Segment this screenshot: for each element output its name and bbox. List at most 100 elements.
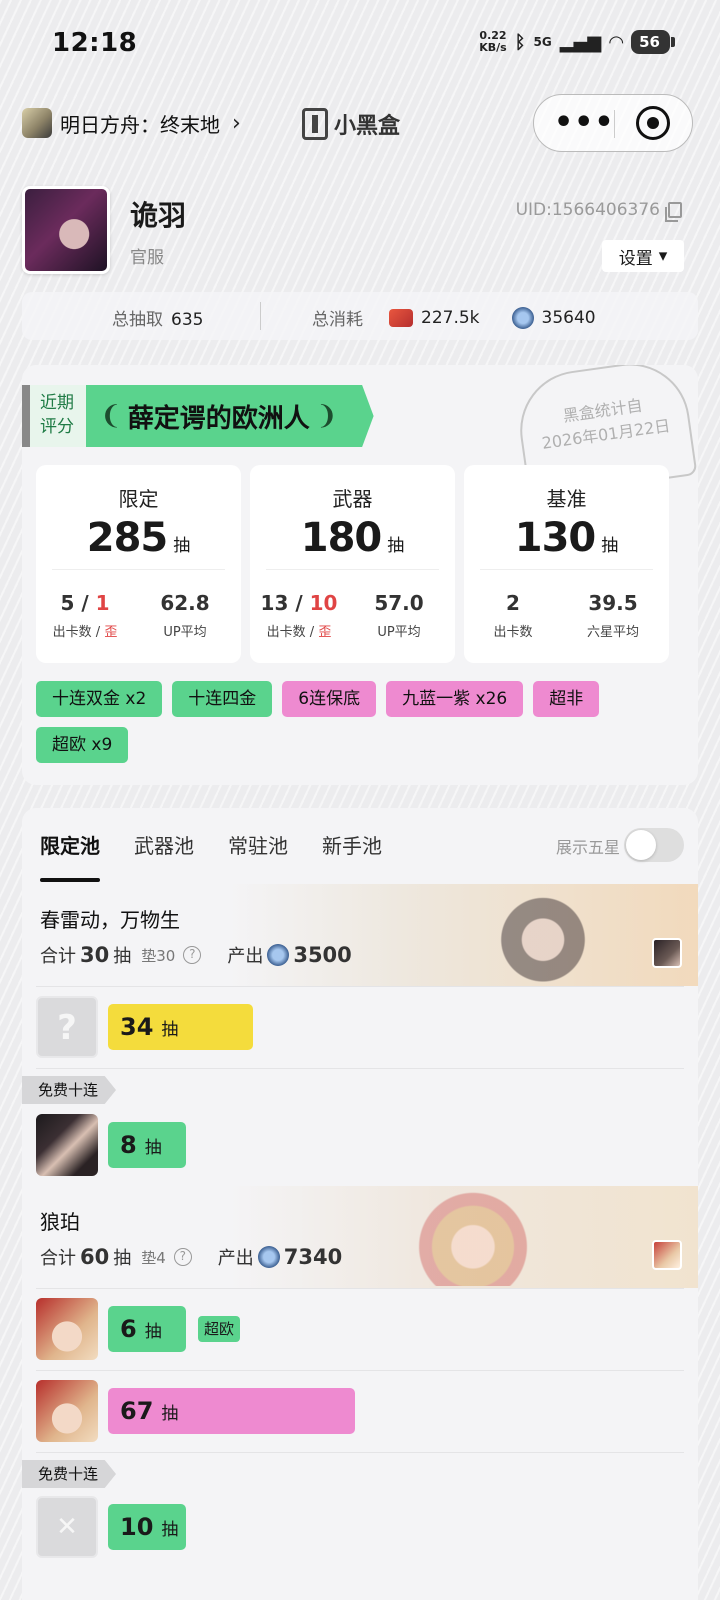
cards-value: 2 bbox=[506, 591, 520, 615]
pull-bar: 8 抽 bbox=[108, 1122, 186, 1168]
off-banner-value: 10 bbox=[309, 591, 338, 615]
uid[interactable]: UID:1566406376 bbox=[515, 200, 682, 222]
banner-title: 春雷动，万物生 bbox=[40, 908, 180, 932]
stat-divider bbox=[52, 569, 225, 570]
stat-count-value: 130 bbox=[514, 515, 596, 561]
status-time: 12:18 bbox=[52, 28, 138, 58]
cards-label: 出卡数 bbox=[52, 625, 92, 640]
divider bbox=[36, 1288, 684, 1289]
banner-header[interactable]: 狼珀 合计 60 抽 垫4 ? 产出 7340 bbox=[22, 1186, 698, 1288]
stat-divider bbox=[480, 569, 653, 570]
total-spend: 总消耗 227.5k 35640 bbox=[312, 305, 596, 330]
help-icon[interactable]: ? bbox=[183, 946, 202, 964]
pull-bar: 67 抽 bbox=[108, 1388, 355, 1434]
tab-weapon-pool[interactable]: 武器池 bbox=[134, 830, 194, 859]
divider bbox=[36, 1452, 684, 1453]
pull-unit: 抽 bbox=[161, 1019, 179, 1040]
signal-icon: ▂▄▆ bbox=[559, 31, 602, 53]
stat-count-value: 285 bbox=[86, 515, 168, 561]
settings-label: 设置 bbox=[618, 248, 653, 269]
pool-tabs: 限定池 武器池 常驻池 新手池 bbox=[40, 830, 382, 882]
pull-bar: 10 抽 bbox=[108, 1504, 186, 1550]
summary-card: 黑盒统计自 2026年01月22日 近期 评分 ❨ 薛定谔的欧洲人 ❩ 限定 2… bbox=[22, 365, 698, 785]
show-five-star-toggle[interactable] bbox=[624, 828, 684, 862]
banner-title: 狼珀 bbox=[40, 1210, 80, 1234]
network-type: 5G bbox=[533, 35, 552, 49]
net-speed-unit: KB/s bbox=[479, 41, 507, 54]
avg-value: 62.8 bbox=[160, 591, 210, 615]
avg-label: 六星平均 bbox=[586, 625, 639, 640]
banner-art bbox=[228, 884, 698, 986]
pull-count: 10 bbox=[120, 1513, 154, 1541]
pull-count: 8 bbox=[120, 1131, 137, 1159]
stat-title: 限定 bbox=[118, 487, 159, 511]
help-icon[interactable]: ? bbox=[173, 1248, 192, 1266]
caret-down-icon: ▾ bbox=[658, 246, 668, 266]
stat-count: 285 抽 bbox=[36, 515, 241, 561]
wifi-icon: ◠ bbox=[609, 31, 624, 53]
cards-label: 出卡数 bbox=[266, 625, 306, 640]
miniapp-capsule: ••• bbox=[533, 94, 693, 152]
pull-unit: 抽 bbox=[161, 1519, 179, 1540]
rating-label: 近期 评分 bbox=[22, 385, 86, 447]
close-miniapp-icon[interactable] bbox=[636, 106, 670, 140]
laurel-right-icon: ❩ bbox=[315, 401, 338, 431]
rating-label-line1: 近期 bbox=[40, 393, 74, 413]
orb-value: 35640 bbox=[541, 307, 596, 328]
operator-avatar bbox=[36, 1298, 98, 1360]
pull-count: 6 bbox=[120, 1315, 137, 1343]
laurel-left-icon: ❨ bbox=[100, 401, 122, 431]
more-icon[interactable]: ••• bbox=[554, 105, 615, 140]
output-value: 3500 bbox=[293, 943, 352, 967]
game-icon bbox=[22, 108, 52, 138]
total-unit: 抽 bbox=[113, 1248, 132, 1269]
divider bbox=[36, 1068, 684, 1069]
divider bbox=[36, 986, 684, 987]
stat-count-unit: 抽 bbox=[387, 536, 405, 556]
stat-col-avg: 39.5 六星平均 bbox=[568, 591, 658, 640]
chevron-right-icon: › bbox=[232, 110, 241, 136]
avg-label: UP平均 bbox=[377, 625, 421, 640]
game-switcher[interactable]: 明日方舟：终末地 › bbox=[22, 108, 241, 138]
stat-count-value: 180 bbox=[300, 515, 382, 561]
output-label: 产出 bbox=[217, 1248, 254, 1269]
total-label: 合计 bbox=[40, 1248, 76, 1269]
stat-col-cards: 13 / 10 出卡数 / 歪 bbox=[254, 591, 344, 640]
banner-meta: 合计 30 抽 垫30 ? 产出 3500 bbox=[40, 942, 352, 968]
tab-limited-pool[interactable]: 限定池 bbox=[40, 830, 100, 882]
stat-count-unit: 抽 bbox=[601, 536, 619, 556]
total-pulls: 总抽取 635 bbox=[112, 305, 203, 330]
pull-unit: 抽 bbox=[161, 1403, 179, 1424]
rating-title-text: 薛定谔的欧洲人 bbox=[127, 403, 310, 434]
avg-label: UP平均 bbox=[163, 625, 207, 640]
total-pulls-label: 总抽取 bbox=[112, 310, 163, 330]
net-speed: 0.22 KB/s bbox=[479, 30, 506, 54]
pull-bar: 6 抽 bbox=[108, 1306, 186, 1352]
avatar[interactable] bbox=[22, 186, 110, 274]
stat-divider bbox=[266, 569, 439, 570]
off-banner-label: 歪 bbox=[104, 625, 118, 640]
unknown-operator-icon bbox=[36, 996, 98, 1058]
stat-box-limited[interactable]: 限定 285 抽 5 / 1 出卡数 / 歪 62.8 UP平均 bbox=[36, 465, 241, 663]
pull-count: 67 bbox=[120, 1397, 154, 1425]
pull-row: 67 抽 bbox=[36, 1380, 355, 1442]
rating-banner: 近期 评分 ❨ 薛定谔的欧洲人 ❩ bbox=[22, 385, 374, 447]
tab-beginner-pool[interactable]: 新手池 bbox=[322, 830, 382, 859]
stat-count-unit: 抽 bbox=[173, 536, 191, 556]
no-operator-icon bbox=[36, 1496, 98, 1558]
uid-text: UID:1566406376 bbox=[515, 200, 660, 220]
pools-card: 限定池 武器池 常驻池 新手池 展示五星 春雷动，万物生 合计 30 抽 垫30… bbox=[22, 808, 698, 1600]
brand-name: 小黑盒 bbox=[334, 114, 401, 139]
settings-dropdown[interactable]: 设置 ▾ bbox=[602, 240, 684, 272]
pull-unit: 抽 bbox=[144, 1321, 162, 1342]
stat-box-standard[interactable]: 基准 130 抽 2 出卡数 39.5 六星平均 bbox=[464, 465, 669, 663]
tab-standard-pool[interactable]: 常驻池 bbox=[228, 830, 288, 859]
copy-icon[interactable] bbox=[665, 202, 682, 222]
pity-value: 垫30 bbox=[141, 946, 176, 965]
off-banner-label: 歪 bbox=[318, 625, 332, 640]
pull-row: 6 抽 超欧 bbox=[36, 1298, 241, 1360]
stat-box-weapon[interactable]: 武器 180 抽 13 / 10 出卡数 / 歪 57.0 UP平均 bbox=[250, 465, 455, 663]
banner-header[interactable]: 春雷动，万物生 合计 30 抽 垫30 ? 产出 3500 bbox=[22, 884, 698, 986]
tag: 6连保底 bbox=[282, 681, 377, 717]
server-label: 官服 bbox=[130, 248, 164, 268]
